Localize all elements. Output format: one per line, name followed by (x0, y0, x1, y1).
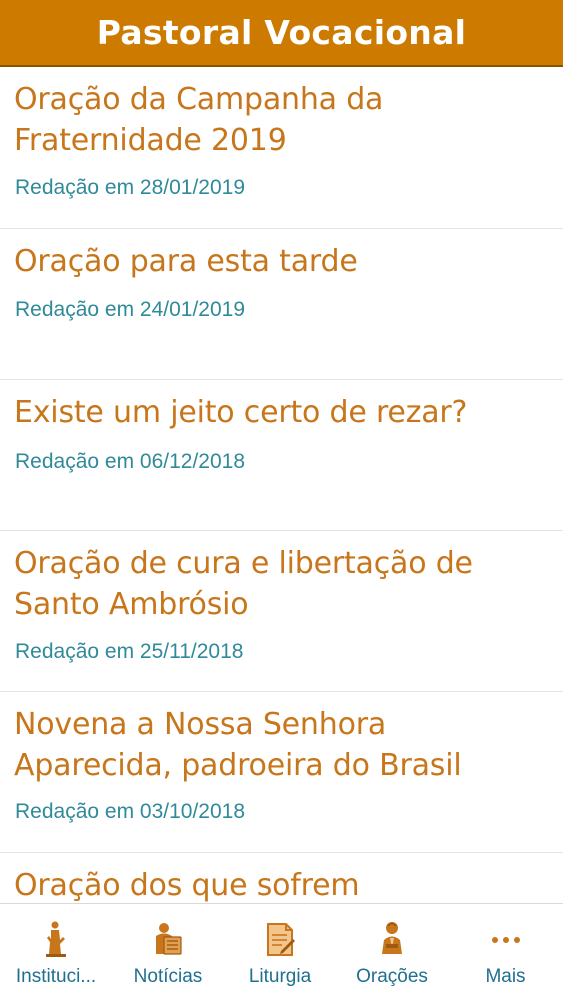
tab-label: Orações (356, 966, 428, 987)
article-title: Novena a Nossa Senhora Aparecida, padroe… (14, 707, 462, 783)
tab-liturgia[interactable]: Liturgia (224, 904, 336, 1000)
article-date: Redação em 28/01/2019 (15, 176, 246, 199)
statue-icon (46, 921, 66, 957)
list-item[interactable]: Oração de cura e libertação de Santo Amb… (0, 531, 563, 692)
tab-mais[interactable]: Mais (448, 904, 563, 1000)
praying-person-icon (382, 922, 402, 954)
article-title: Oração de cura e libertação de Santo Amb… (14, 546, 473, 622)
tab-oracoes[interactable]: Orações (336, 904, 448, 1000)
article-title: Oração para esta tarde (14, 244, 358, 279)
list-item[interactable]: Oração para esta tarde Redação em 24/01/… (0, 229, 563, 380)
list-item[interactable]: Existe um jeito certo de rezar? Redação … (0, 380, 563, 531)
bottom-tab-bar: Instituci... Notícias Liturgia Orações M… (0, 903, 563, 1000)
tab-noticias[interactable]: Notícias (112, 904, 224, 1000)
tab-institucional[interactable]: Instituci... (0, 904, 112, 1000)
page-title: Pastoral Vocacional (96, 13, 467, 52)
app-screen: Pastoral Vocacional Oração da Campanha d… (0, 0, 563, 1000)
tab-label: Liturgia (248, 966, 312, 987)
article-list[interactable]: Oração da Campanha da Fraternidade 2019 … (0, 67, 563, 903)
article-title: Existe um jeito certo de rezar? (14, 395, 468, 430)
list-item[interactable]: Novena a Nossa Senhora Aparecida, padroe… (0, 692, 563, 853)
article-date: Redação em 06/12/2018 (15, 450, 246, 473)
tab-label: Mais (485, 966, 526, 987)
newspaper-icon (156, 923, 182, 955)
article-date: Redação em 25/11/2018 (15, 640, 244, 663)
tab-label: Notícias (133, 966, 203, 987)
list-item[interactable]: Oração dos que sofrem (0, 853, 563, 903)
app-header: Pastoral Vocacional (0, 0, 563, 67)
tab-label: Instituci... (15, 966, 97, 987)
article-title: Oração da Campanha da Fraternidade 2019 (14, 82, 384, 158)
document-icon (267, 923, 295, 956)
article-date: Redação em 03/10/2018 (15, 800, 246, 823)
article-title: Oração dos que sofrem (14, 868, 360, 903)
more-icon (491, 937, 520, 943)
list-item[interactable]: Oração da Campanha da Fraternidade 2019 … (0, 67, 563, 229)
article-date: Redação em 24/01/2019 (15, 298, 246, 321)
